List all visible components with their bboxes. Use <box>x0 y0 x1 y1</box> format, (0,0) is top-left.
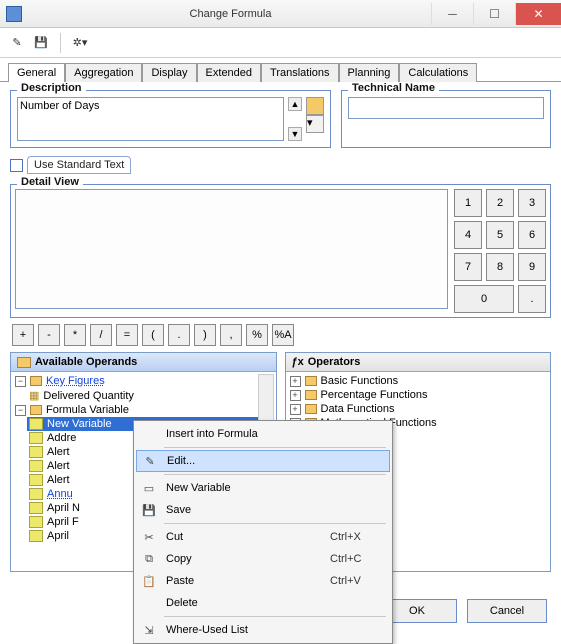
ctx-paste[interactable]: 📋 PasteCtrl+V <box>136 570 390 592</box>
use-standard-text-row[interactable]: Use Standard Text <box>10 156 551 174</box>
op-div[interactable]: / <box>90 324 112 346</box>
key-1[interactable]: 1 <box>454 189 482 217</box>
window-buttons: ─ ☐ ✕ <box>431 3 561 25</box>
available-operands-header: Available Operands <box>11 353 276 372</box>
context-menu: Insert into Formula ✎ Edit... ▭ New Vari… <box>133 420 393 644</box>
detail-view-label: Detail View <box>17 176 83 188</box>
new-icon: ▭ <box>136 482 162 495</box>
ctx-insert-into-formula[interactable]: Insert into Formula <box>136 423 390 445</box>
ctx-where-used[interactable]: ⇲ Where-Used List <box>136 619 390 641</box>
paste-icon: 📋 <box>136 575 162 588</box>
ctx-copy[interactable]: ⧉ CopyCtrl+C <box>136 548 390 570</box>
settings-icon[interactable]: ✲▾ <box>71 34 89 52</box>
cut-icon: ✂ <box>136 531 162 544</box>
description-group: Description ▲ ▼ ▾ <box>10 90 331 148</box>
ctx-separator <box>164 523 386 524</box>
toolbar: ✎ 💾 ✲▾ <box>0 28 561 58</box>
scroll-down-icon[interactable]: ▼ <box>288 127 302 141</box>
ctx-separator <box>164 616 386 617</box>
cancel-button[interactable]: Cancel <box>467 599 547 623</box>
save-icon: 💾 <box>136 504 162 517</box>
tree-data-functions[interactable]: +Data Functions <box>288 402 549 416</box>
formula-helper-button[interactable] <box>306 97 324 115</box>
window-title: Change Formula <box>30 8 431 20</box>
ctx-edit[interactable]: ✎ Edit... <box>136 450 390 472</box>
tab-translations[interactable]: Translations <box>261 63 339 82</box>
tree-key-figures[interactable]: − Key Figures <box>13 374 274 388</box>
titlebar: Change Formula ─ ☐ ✕ <box>0 0 561 28</box>
ctx-new-variable[interactable]: ▭ New Variable <box>136 477 390 499</box>
key-7[interactable]: 7 <box>454 253 482 281</box>
tab-planning[interactable]: Planning <box>339 63 400 82</box>
ctx-cut[interactable]: ✂ CutCtrl+X <box>136 526 390 548</box>
key-6[interactable]: 6 <box>518 221 546 249</box>
op-mult[interactable]: * <box>64 324 86 346</box>
description-label: Description <box>17 82 86 94</box>
op-sep[interactable]: . <box>168 324 190 346</box>
minimize-button[interactable]: ─ <box>431 3 473 25</box>
dialog-buttons: OK Cancel <box>377 599 547 623</box>
numeric-keypad: 1 2 3 4 5 6 7 8 9 0 . <box>454 189 546 313</box>
technical-name-label: Technical Name <box>348 82 439 94</box>
tab-display[interactable]: Display <box>142 63 196 82</box>
op-percent[interactable]: % <box>246 324 268 346</box>
key-dot[interactable]: . <box>518 285 546 313</box>
app-icon <box>6 6 22 22</box>
save-icon[interactable]: 💾 <box>32 34 50 52</box>
detail-view-group: Detail View 1 2 3 4 5 6 7 8 9 0 . <box>10 184 551 318</box>
use-standard-text-checkbox[interactable] <box>10 159 23 172</box>
formula-canvas[interactable] <box>15 189 448 309</box>
scroll-up-icon[interactable]: ▲ <box>288 97 302 111</box>
use-standard-text-label: Use Standard Text <box>27 156 131 174</box>
key-2[interactable]: 2 <box>486 189 514 217</box>
scissors-icon[interactable]: ✎ <box>8 34 26 52</box>
tree-delivered-quantity[interactable]: ▦ Delivered Quantity <box>27 388 274 403</box>
tree-basic-functions[interactable]: +Basic Functions <box>288 374 549 388</box>
tree-percentage-functions[interactable]: +Percentage Functions <box>288 388 549 402</box>
op-minus[interactable]: - <box>38 324 60 346</box>
op-plus[interactable]: + <box>12 324 34 346</box>
op-rparen[interactable]: ) <box>194 324 216 346</box>
tab-general[interactable]: General <box>8 63 65 82</box>
pencil-icon: ✎ <box>137 455 163 468</box>
op-comma[interactable]: , <box>220 324 242 346</box>
operator-buttons: + - * / = ( . ) , % %A <box>10 324 551 346</box>
ctx-separator <box>164 474 386 475</box>
ctx-save[interactable]: 💾 Save <box>136 499 390 521</box>
ctx-separator <box>164 447 386 448</box>
description-input[interactable] <box>17 97 284 141</box>
tab-aggregation[interactable]: Aggregation <box>65 63 142 82</box>
key-3[interactable]: 3 <box>518 189 546 217</box>
operators-title: Operators <box>308 356 361 368</box>
formula-helper-dropdown[interactable]: ▾ <box>306 115 324 133</box>
technical-name-group: Technical Name <box>341 90 551 148</box>
op-lparen[interactable]: ( <box>142 324 164 346</box>
tab-extended[interactable]: Extended <box>197 63 261 82</box>
close-button[interactable]: ✕ <box>515 3 561 25</box>
tab-strip: General Aggregation Display Extended Tra… <box>0 58 561 82</box>
op-eq[interactable]: = <box>116 324 138 346</box>
available-operands-title: Available Operands <box>35 356 137 368</box>
key-8[interactable]: 8 <box>486 253 514 281</box>
fx-icon: ƒx <box>292 356 304 368</box>
operators-header: ƒx Operators <box>286 353 551 372</box>
maximize-button[interactable]: ☐ <box>473 3 515 25</box>
tab-calculations[interactable]: Calculations <box>399 63 477 82</box>
key-5[interactable]: 5 <box>486 221 514 249</box>
toolbar-separator <box>60 33 61 53</box>
tree-formula-variable[interactable]: − Formula Variable <box>13 403 274 417</box>
key-9[interactable]: 9 <box>518 253 546 281</box>
copy-icon: ⧉ <box>136 553 162 566</box>
technical-name-input[interactable] <box>348 97 544 119</box>
key-4[interactable]: 4 <box>454 221 482 249</box>
where-used-icon: ⇲ <box>136 624 162 637</box>
ctx-delete[interactable]: Delete <box>136 592 390 614</box>
description-scroll: ▲ ▼ <box>288 97 302 141</box>
op-percent-a[interactable]: %A <box>272 324 294 346</box>
key-0[interactable]: 0 <box>454 285 514 313</box>
folder-icon <box>17 357 31 368</box>
